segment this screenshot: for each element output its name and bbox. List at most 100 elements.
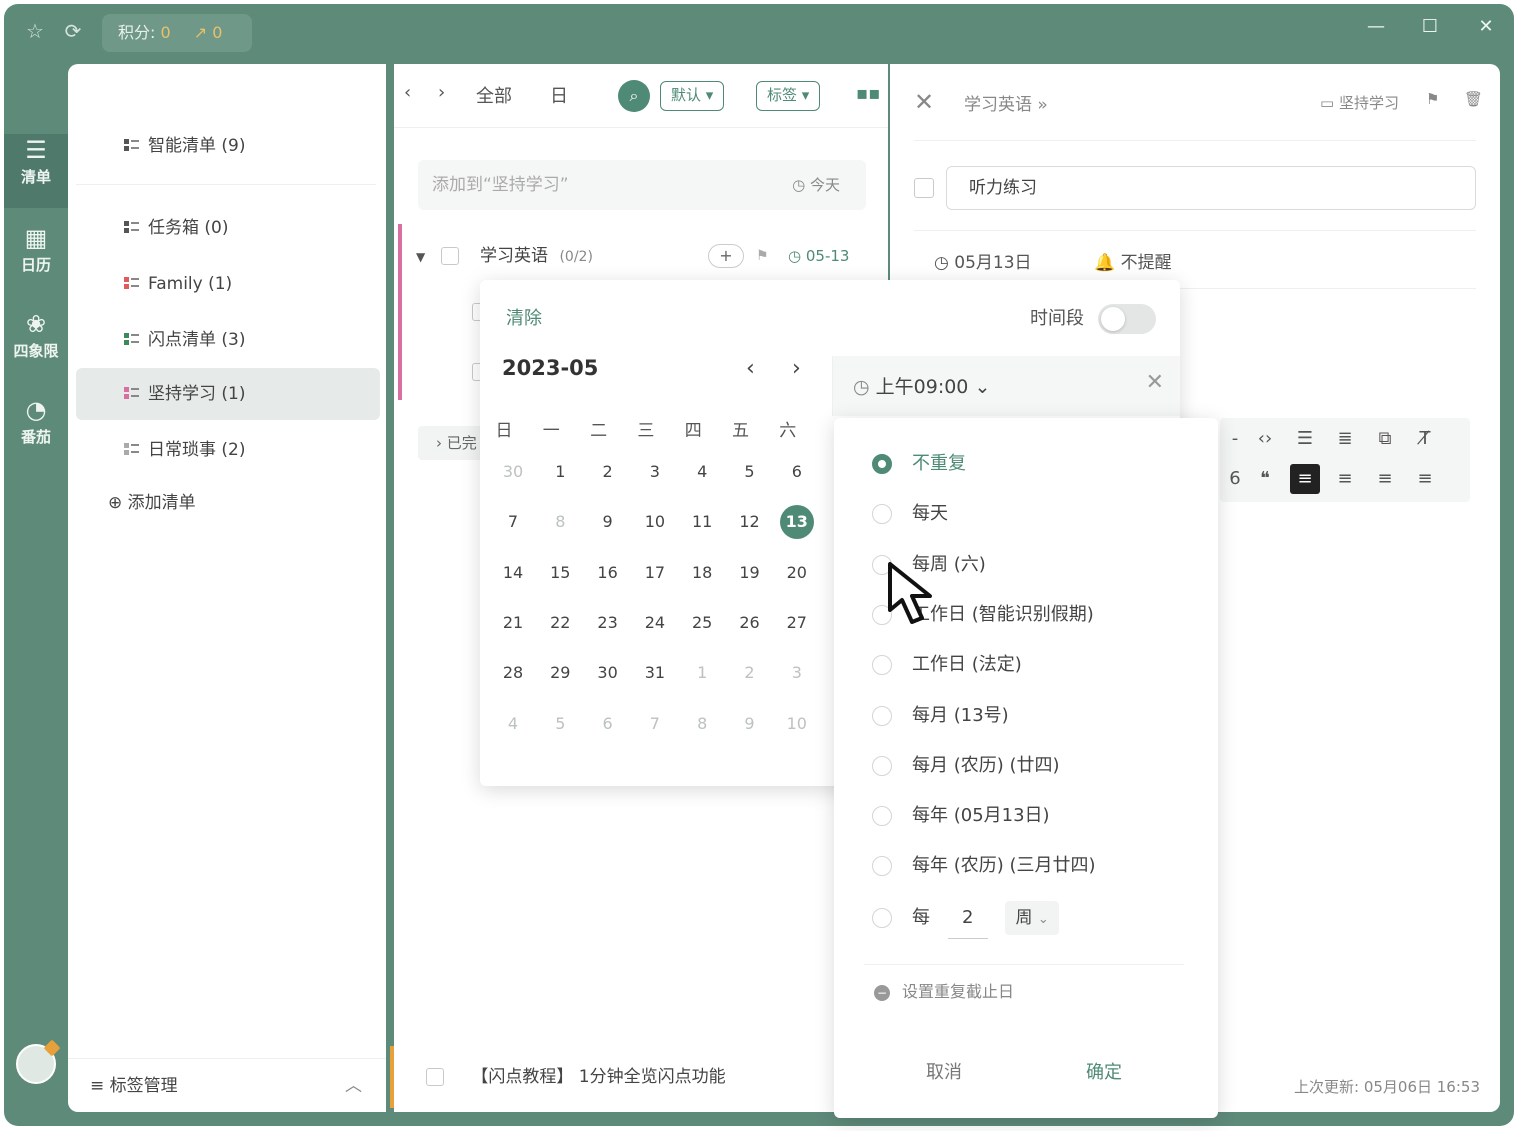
calendar-day[interactable]: 15 (543, 556, 577, 590)
bullet-list-icon[interactable]: ☰ (1290, 424, 1320, 454)
radio-button[interactable] (872, 856, 892, 877)
sort-dropdown[interactable]: 默认 ▾ (660, 81, 725, 111)
calendar-day[interactable]: 25 (685, 606, 719, 640)
task-checkbox[interactable] (426, 1068, 444, 1086)
calendar-day[interactable]: 7 (496, 505, 530, 539)
calendar-day[interactable]: 6 (780, 455, 814, 489)
calendar-day[interactable]: 10 (638, 505, 672, 539)
calendar-day[interactable]: 27 (780, 606, 814, 640)
maximize-icon[interactable]: ☐ (1410, 12, 1450, 42)
calendar-day[interactable]: 1 (543, 455, 577, 489)
calendar-day[interactable]: 8 (543, 505, 577, 539)
calendar-day[interactable]: 7 (638, 707, 672, 741)
custom-unit-select[interactable]: 周 ⌄ (1005, 901, 1059, 935)
align-left-icon[interactable]: ≡ (1290, 464, 1320, 494)
divider-tool-icon[interactable]: - (1220, 424, 1250, 454)
calendar-day[interactable]: 8 (685, 707, 719, 741)
next-icon[interactable]: › (438, 82, 445, 103)
calendar-day[interactable]: 29 (543, 656, 577, 690)
sidebar-item-flash[interactable]: 闪点清单 (3) (76, 314, 380, 366)
rail-item-list[interactable]: ☰ 清单 (4, 134, 68, 208)
calendar-day[interactable]: 5 (543, 707, 577, 741)
add-list-button[interactable]: ⊕ 添加清单 (108, 488, 196, 513)
sidebar-item-smart[interactable]: 智能清单 (9) (76, 120, 380, 172)
calendar-day[interactable]: 14 (496, 556, 530, 590)
add-task-input[interactable]: 添加到“坚持学习” ◷ 今天 (418, 160, 866, 210)
radio-button[interactable] (872, 705, 892, 726)
align-center-icon[interactable]: ≡ (1330, 464, 1360, 494)
close-detail-icon[interactable]: ✕ (914, 88, 934, 116)
calendar-day[interactable]: 22 (543, 606, 577, 640)
filter-day[interactable]: 日 (550, 82, 568, 108)
repeat-option[interactable]: 每月 (农历) (廿四) (872, 746, 1202, 786)
grid-icon[interactable]: ▪▪ (856, 85, 880, 103)
calendar-day[interactable]: 17 (638, 556, 672, 590)
code-block-icon[interactable]: ⧉ (1370, 424, 1400, 454)
calendar-day[interactable]: 2 (733, 656, 767, 690)
calendar-day[interactable]: 26 (733, 606, 767, 640)
detail-breadcrumb[interactable]: 学习英语 » (964, 90, 1048, 115)
today-button[interactable]: ◷ 今天 (792, 160, 840, 210)
calendar-day[interactable]: 11 (685, 505, 719, 539)
calendar-day[interactable]: 10 (780, 707, 814, 741)
calendar-day[interactable]: 20 (780, 556, 814, 590)
repeat-option[interactable]: 每年 (05月13日) (872, 796, 1202, 836)
calendar-day[interactable]: 18 (685, 556, 719, 590)
completed-toggle[interactable]: › 已完 (418, 426, 488, 460)
minimize-icon[interactable]: — (1356, 12, 1396, 42)
calendar-day[interactable]: 19 (733, 556, 767, 590)
radio-button[interactable] (872, 504, 892, 525)
points-badge[interactable]: 积分: 0 ↗ 0 (102, 14, 252, 52)
clear-format-icon[interactable]: T̸ (1410, 424, 1440, 454)
repeat-end-date-button[interactable]: − 设置重复截止日 (874, 978, 1014, 1002)
add-subtask-icon[interactable]: + (708, 244, 744, 268)
calendar-day[interactable]: 5 (733, 455, 767, 489)
filter-all[interactable]: 全部 (476, 82, 512, 108)
calendar-day[interactable]: 13 (779, 505, 814, 540)
sidebar-item-inbox[interactable]: 任务箱 (0) (76, 202, 380, 254)
rail-item-quadrant[interactable]: ❀ 四象限 (4, 308, 68, 382)
detail-list-link[interactable]: ▭ 坚持学习 (1320, 92, 1399, 113)
clear-date-button[interactable]: 清除 (506, 304, 542, 330)
calendar-day[interactable]: 12 (733, 505, 767, 539)
sidebar-item-family[interactable]: Family (1) (76, 258, 380, 310)
clear-time-icon[interactable]: ✕ (1146, 370, 1164, 395)
align-justify-icon[interactable]: ≡ (1410, 464, 1440, 494)
calendar-day[interactable]: 16 (591, 556, 625, 590)
calendar-day[interactable]: 2 (591, 455, 625, 489)
calendar-day[interactable]: 1 (685, 656, 719, 690)
calendar-day[interactable]: 28 (496, 656, 530, 690)
calendar-day[interactable]: 4 (496, 707, 530, 741)
confirm-button[interactable]: 确定 (1086, 1058, 1122, 1084)
numbered-list-icon[interactable]: ≣ (1330, 424, 1360, 454)
radio-button[interactable] (872, 806, 892, 827)
calendar-day[interactable]: 4 (685, 455, 719, 489)
custom-interval-input[interactable]: 2 (947, 898, 988, 939)
calendar-day[interactable]: 24 (638, 606, 672, 640)
trash-icon[interactable]: 🗑 (1464, 90, 1483, 108)
calendar-day[interactable]: 21 (496, 606, 530, 640)
rail-item-tomato[interactable]: ◔ 番茄 (4, 394, 68, 468)
calendar-day[interactable]: 3 (780, 656, 814, 690)
close-icon[interactable]: ✕ (1466, 12, 1506, 42)
time-range-toggle[interactable] (1098, 304, 1156, 334)
repeat-option[interactable]: 工作日 (法定) (872, 645, 1202, 685)
prev-icon[interactable]: ‹ (404, 82, 411, 103)
reminder-button[interactable]: 🔔 不提醒 (1094, 248, 1172, 273)
calendar-day[interactable]: 3 (638, 455, 672, 489)
radio-button[interactable] (872, 655, 892, 676)
next-month-icon[interactable]: › (792, 356, 801, 381)
tag-dropdown[interactable]: 标签 ▾ (756, 81, 821, 111)
time-selector[interactable]: ◷ 上午09:00 ⌄ ✕ (832, 356, 1180, 416)
sidebar-item-chores[interactable]: 日常琐事 (2) (76, 424, 380, 476)
subtask-title-input[interactable]: 听力练习 (946, 166, 1476, 210)
calendar-day[interactable]: 30 (591, 656, 625, 690)
heading-icon[interactable]: 6 (1220, 464, 1250, 494)
flag-icon[interactable]: ⚑ (1426, 90, 1439, 108)
flag-icon[interactable]: ⚑ (756, 230, 769, 282)
rail-item-calendar[interactable]: ▦ 日历 (4, 222, 68, 296)
repeat-option-custom[interactable]: 每 2 周 ⌄ (872, 898, 1202, 939)
radio-button[interactable] (872, 908, 892, 928)
radio-button[interactable] (872, 454, 892, 474)
task-date-badge[interactable]: ◷ 05-13 (788, 230, 849, 282)
